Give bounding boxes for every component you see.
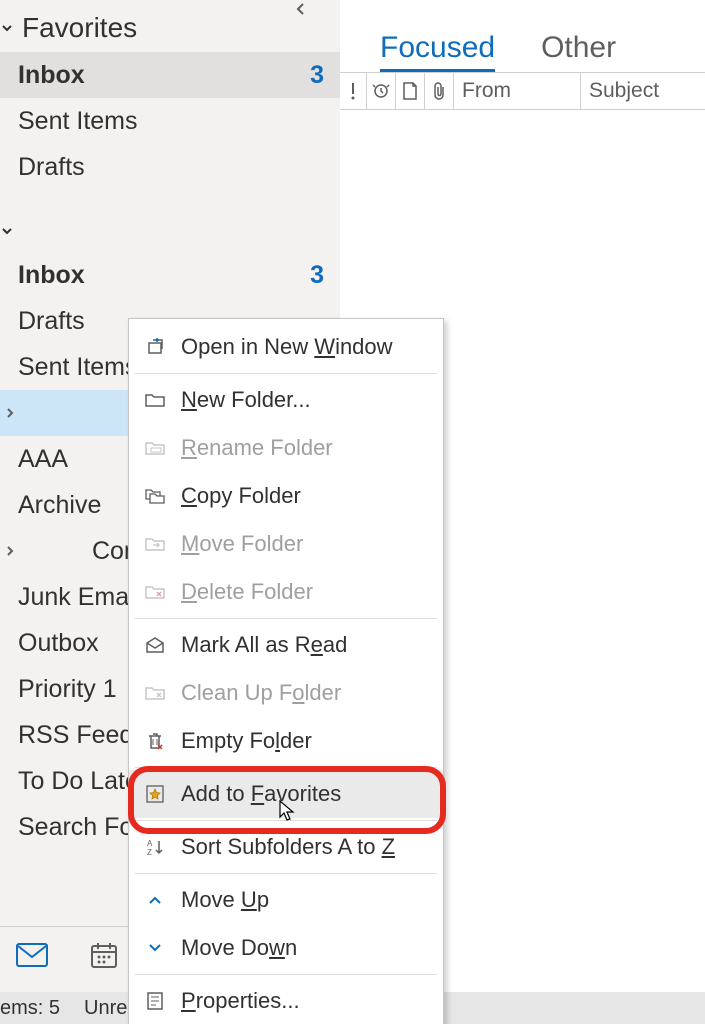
menu-label: New Folder... <box>181 387 311 413</box>
menu-label: Move Up <box>181 887 269 913</box>
menu-move-folder: Move Folder <box>129 520 443 568</box>
menu-label: Delete Folder <box>181 579 313 605</box>
menu-move-down[interactable]: Move Down <box>129 924 443 972</box>
collapse-nav-icon[interactable] <box>294 2 318 26</box>
copy-folder-icon <box>143 484 167 508</box>
folder-label: Archive <box>18 491 101 520</box>
folder-label: Priority 1 <box>18 675 117 704</box>
folder-label: RSS Feeds <box>18 721 146 750</box>
unread-count: 3 <box>310 261 324 290</box>
new-window-icon <box>143 335 167 359</box>
star-icon <box>143 782 167 806</box>
attachment-column-icon[interactable] <box>425 73 454 109</box>
favorite-item-drafts[interactable]: Drafts <box>0 144 340 190</box>
folder-label: Junk Email <box>18 583 140 612</box>
menu-label: Move Down <box>181 935 297 961</box>
menu-label: Copy Folder <box>181 483 301 509</box>
reminder-column-icon[interactable] <box>367 73 396 109</box>
menu-label: Add to Favorites <box>181 781 341 807</box>
menu-rename-folder: Rename Folder <box>129 424 443 472</box>
chevron-down-icon <box>0 21 16 35</box>
menu-sort-az[interactable]: AZ Sort Subfolders A to Z <box>129 823 443 871</box>
menu-move-up[interactable]: Move Up <box>129 876 443 924</box>
folder-context-menu: Open in New Window New Folder... Rename … <box>128 318 444 1024</box>
favorite-item-inbox[interactable]: Inbox 3 <box>0 52 340 98</box>
menu-delete-folder: Delete Folder <box>129 568 443 616</box>
chevron-right-icon[interactable] <box>4 545 16 557</box>
folder-label: Inbox <box>18 261 85 290</box>
folder-label: Inbox <box>18 61 310 90</box>
menu-separator <box>135 373 437 374</box>
menu-label: Mark All as Read <box>181 632 347 658</box>
folder-inbox[interactable]: Inbox 3 <box>0 252 340 298</box>
account-header[interactable] <box>0 212 340 252</box>
menu-copy-folder[interactable]: Copy Folder <box>129 472 443 520</box>
menu-label: Move Folder <box>181 531 303 557</box>
tab-other[interactable]: Other <box>541 31 616 72</box>
menu-label: Clean Up Folder <box>181 680 341 706</box>
menu-separator <box>135 873 437 874</box>
rename-icon <box>143 436 167 460</box>
delete-folder-icon <box>143 580 167 604</box>
move-folder-icon <box>143 532 167 556</box>
message-list-header: From Subject <box>340 73 705 110</box>
menu-separator <box>135 820 437 821</box>
menu-empty-folder[interactable]: Empty Folder <box>129 717 443 765</box>
folder-label: Drafts <box>18 307 85 336</box>
folder-label: Drafts <box>18 153 324 182</box>
folder-icon <box>143 388 167 412</box>
subject-column[interactable]: Subject <box>581 73 705 109</box>
menu-mark-all-read[interactable]: Mark All as Read <box>129 621 443 669</box>
chevron-right-icon[interactable] <box>4 407 16 419</box>
folder-label: Outbox <box>18 629 99 658</box>
status-unread: Unre <box>84 997 127 1020</box>
status-items: ems: 5 <box>0 997 60 1020</box>
tab-focused[interactable]: Focused <box>380 31 495 72</box>
menu-add-to-favorites[interactable]: Add to Favorites <box>129 770 443 818</box>
menu-clean-up-folder: Clean Up Folder <box>129 669 443 717</box>
chevron-down-icon <box>143 936 167 960</box>
folder-label: Sent Items <box>18 107 324 136</box>
from-column[interactable]: From <box>454 73 581 109</box>
folder-label: Sent Items <box>18 353 138 382</box>
icon-column-icon[interactable] <box>396 73 425 109</box>
menu-label: Rename Folder <box>181 435 333 461</box>
cleanup-folder-icon <box>143 681 167 705</box>
favorites-list: Inbox 3 Sent Items Drafts <box>0 52 340 190</box>
menu-separator <box>135 618 437 619</box>
svg-text:A: A <box>147 839 153 848</box>
sort-az-icon: AZ <box>143 835 167 859</box>
menu-open-new-window[interactable]: Open in New Window <box>129 323 443 371</box>
trash-icon <box>143 729 167 753</box>
importance-column-icon[interactable] <box>340 73 367 109</box>
menu-label: Sort Subfolders A to Z <box>181 834 395 860</box>
svg-text:Z: Z <box>147 848 152 857</box>
menu-label: Empty Folder <box>181 728 312 754</box>
favorites-header[interactable]: Favorites <box>0 0 340 52</box>
chevron-down-icon <box>0 224 16 238</box>
menu-new-folder[interactable]: New Folder... <box>129 376 443 424</box>
calendar-icon[interactable] <box>88 939 120 971</box>
unread-count: 3 <box>310 61 324 90</box>
menu-separator <box>135 767 437 768</box>
inbox-tabs: Focused Other <box>340 22 705 73</box>
favorites-label: Favorites <box>22 12 137 44</box>
menu-separator <box>135 974 437 975</box>
menu-label: Open in New Window <box>181 334 393 360</box>
mail-icon[interactable] <box>16 939 48 971</box>
menu-properties[interactable]: Properties... <box>129 977 443 1024</box>
favorite-item-sent[interactable]: Sent Items <box>0 98 340 144</box>
envelope-open-icon <box>143 633 167 657</box>
chevron-up-icon <box>143 888 167 912</box>
menu-label: Properties... <box>181 988 300 1014</box>
folder-label: AAA <box>18 445 68 474</box>
properties-icon <box>143 989 167 1013</box>
